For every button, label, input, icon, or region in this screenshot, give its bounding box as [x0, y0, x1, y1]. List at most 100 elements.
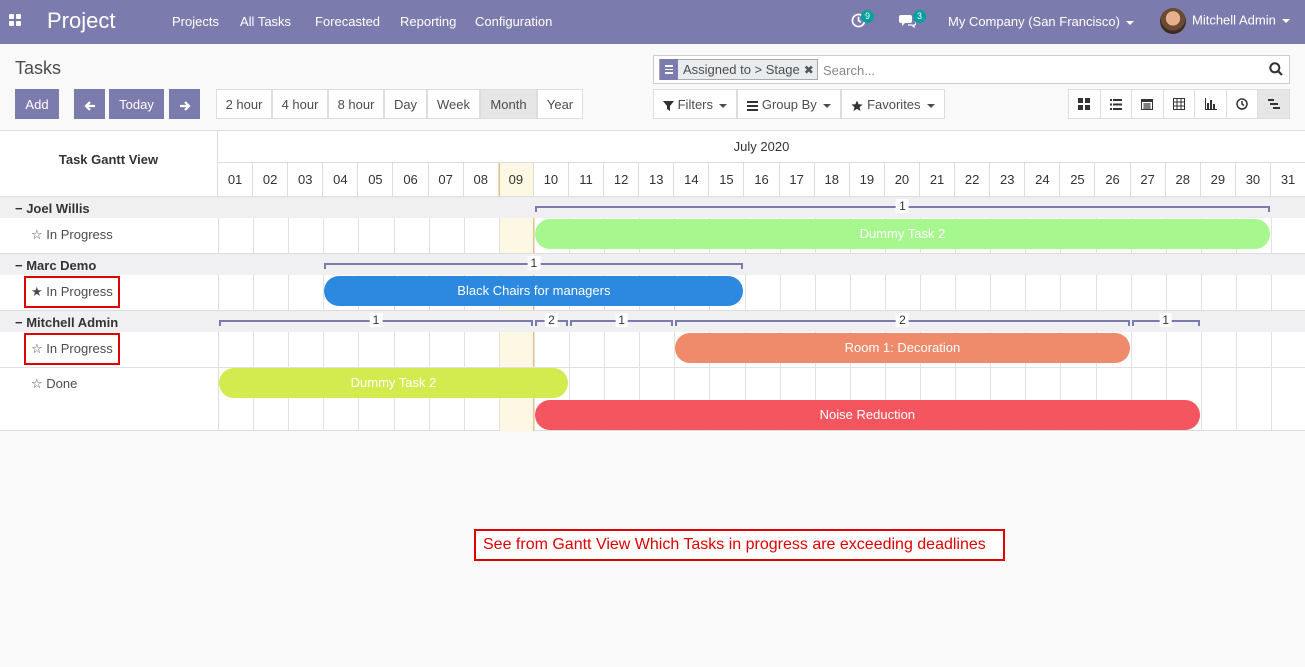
task-pill[interactable]: Noise Reduction [534, 400, 1200, 430]
day-header-cell: 02 [253, 163, 289, 196]
top-navbar: Project Projects All Tasks Forecasted Re… [0, 0, 1305, 44]
gantt-title: Task Gantt View [0, 131, 218, 196]
add-button[interactable]: Add [15, 89, 59, 119]
highlight-box [24, 276, 120, 308]
row-label-text: In Progress [46, 227, 113, 242]
view-switcher [1068, 89, 1290, 119]
calendar-view-icon[interactable] [1132, 90, 1164, 118]
group-counter-value: 1 [615, 313, 628, 327]
star-outline-icon[interactable]: ☆ [31, 376, 46, 391]
day-header-cell: 27 [1131, 163, 1166, 196]
pivot-view-icon[interactable] [1164, 90, 1196, 118]
star-icon [851, 100, 864, 111]
today-button[interactable]: Today [109, 89, 164, 119]
day-header-cell: 15 [709, 163, 745, 196]
groupby-facet-icon [660, 59, 678, 80]
favorites-label: Favorites [867, 97, 921, 112]
day-header-cell: 16 [745, 163, 780, 196]
day-header-cell: 13 [639, 163, 675, 196]
task-pill[interactable]: Black Chairs for managers [324, 276, 744, 306]
filters-label: Filters [677, 97, 713, 112]
company-switcher[interactable]: My Company (San Francisco) [948, 14, 1134, 29]
apps-menu-icon[interactable] [9, 14, 22, 27]
day-header-cell: 24 [1025, 163, 1061, 196]
task-pill[interactable]: Room 1: Decoration [675, 333, 1130, 363]
day-header-cell: 20 [885, 163, 920, 196]
user-name: Mitchell Admin [1192, 12, 1276, 28]
avatar [1160, 8, 1186, 34]
task-pill[interactable]: Dummy Task 2 [219, 368, 568, 398]
day-header-cell: 12 [604, 163, 640, 196]
activity-view-icon[interactable] [1227, 90, 1259, 118]
scale-8-hour[interactable]: 8 hour [328, 89, 384, 119]
menu-all-tasks[interactable]: All Tasks [240, 14, 291, 29]
favorites-button[interactable]: Favorites [841, 89, 945, 119]
kanban-view-icon[interactable] [1069, 90, 1101, 118]
search-icon[interactable] [1269, 62, 1283, 76]
star-outline-icon[interactable]: ☆ [31, 227, 46, 242]
group-label[interactable]: − Joel Willis [15, 201, 90, 216]
day-header-cell: 05 [358, 163, 394, 196]
caret-down-icon [926, 103, 935, 108]
list-view-icon[interactable] [1101, 90, 1133, 118]
next-button[interactable] [169, 89, 200, 119]
highlight-box [24, 333, 120, 365]
group-counter-bar: 2 [675, 313, 1130, 330]
group-counter-bar: 1 [534, 199, 1271, 216]
page-title: Tasks [15, 58, 62, 78]
day-header-cell: 03 [288, 163, 324, 196]
scale-month[interactable]: Month [480, 89, 537, 119]
group-label[interactable]: − Marc Demo [15, 258, 96, 273]
user-menu[interactable]: Mitchell Admin [1160, 8, 1290, 34]
task-pill[interactable]: Dummy Task 2 [534, 219, 1270, 249]
day-header-cell: 21 [920, 163, 956, 196]
scale-week[interactable]: Week [427, 89, 480, 119]
day-header-cell: 10 [534, 163, 569, 196]
row-label-done[interactable]: ☆ Done [31, 376, 77, 392]
app-brand[interactable]: Project [47, 8, 115, 34]
activity-icon[interactable]: 9 [851, 10, 874, 31]
graph-view-icon[interactable] [1195, 90, 1227, 118]
scale-day[interactable]: Day [384, 89, 427, 119]
caret-down-icon [1125, 20, 1134, 25]
messages-badge: 3 [913, 10, 926, 23]
group-counter-bar: 2 [534, 313, 569, 330]
group-counter-value: 1 [527, 256, 541, 270]
annotation-note: See from Gantt View Which Tasks in progr… [474, 529, 1005, 561]
group-counter-value: 1 [1159, 313, 1173, 327]
day-header-cell: 31 [1271, 163, 1305, 196]
scale-4-hour[interactable]: 4 hour [272, 89, 328, 119]
row-label-text: Done [46, 376, 78, 391]
group-counter-bar: 1 [570, 313, 674, 330]
row-divider [0, 367, 1305, 368]
menu-projects[interactable]: Projects [172, 14, 219, 29]
day-header-cell: 19 [850, 163, 885, 196]
day-header-cell: 09 [499, 163, 534, 196]
gantt-month-header: July 2020 [218, 131, 1305, 163]
menu-configuration[interactable]: Configuration [475, 14, 552, 29]
scale-year[interactable]: Year [537, 89, 583, 119]
group-label[interactable]: − Mitchell Admin [15, 315, 118, 330]
activity-badge: 9 [861, 10, 874, 23]
day-header-cell: 04 [323, 163, 359, 196]
day-header-cell: 14 [674, 163, 710, 196]
previous-button[interactable] [74, 89, 105, 119]
group-counter-value: 2 [896, 313, 909, 327]
search-facet: Assigned to > Stage ✖ [659, 59, 818, 80]
group-counter-value: 2 [545, 313, 558, 327]
facet-label: Assigned to > Stage [683, 62, 800, 77]
day-header-cell: 26 [1096, 163, 1131, 196]
messages-icon[interactable]: 3 [899, 10, 926, 31]
groupby-button[interactable]: Group By [737, 89, 841, 119]
caret-down-icon [719, 103, 727, 108]
row-label-in-progress[interactable]: ☆ In Progress [31, 227, 113, 243]
menu-reporting[interactable]: Reporting [400, 14, 456, 29]
gantt-view-icon[interactable] [1258, 90, 1290, 118]
company-name: My Company (San Francisco) [948, 14, 1120, 29]
remove-facet-icon[interactable]: ✖ [804, 63, 814, 77]
scale-2-hour[interactable]: 2 hour [216, 89, 272, 119]
filters-button[interactable]: Filters [653, 89, 737, 119]
day-header-cell: 17 [780, 163, 815, 196]
search-input[interactable] [823, 60, 1263, 80]
menu-forecasted[interactable]: Forecasted [315, 14, 380, 29]
